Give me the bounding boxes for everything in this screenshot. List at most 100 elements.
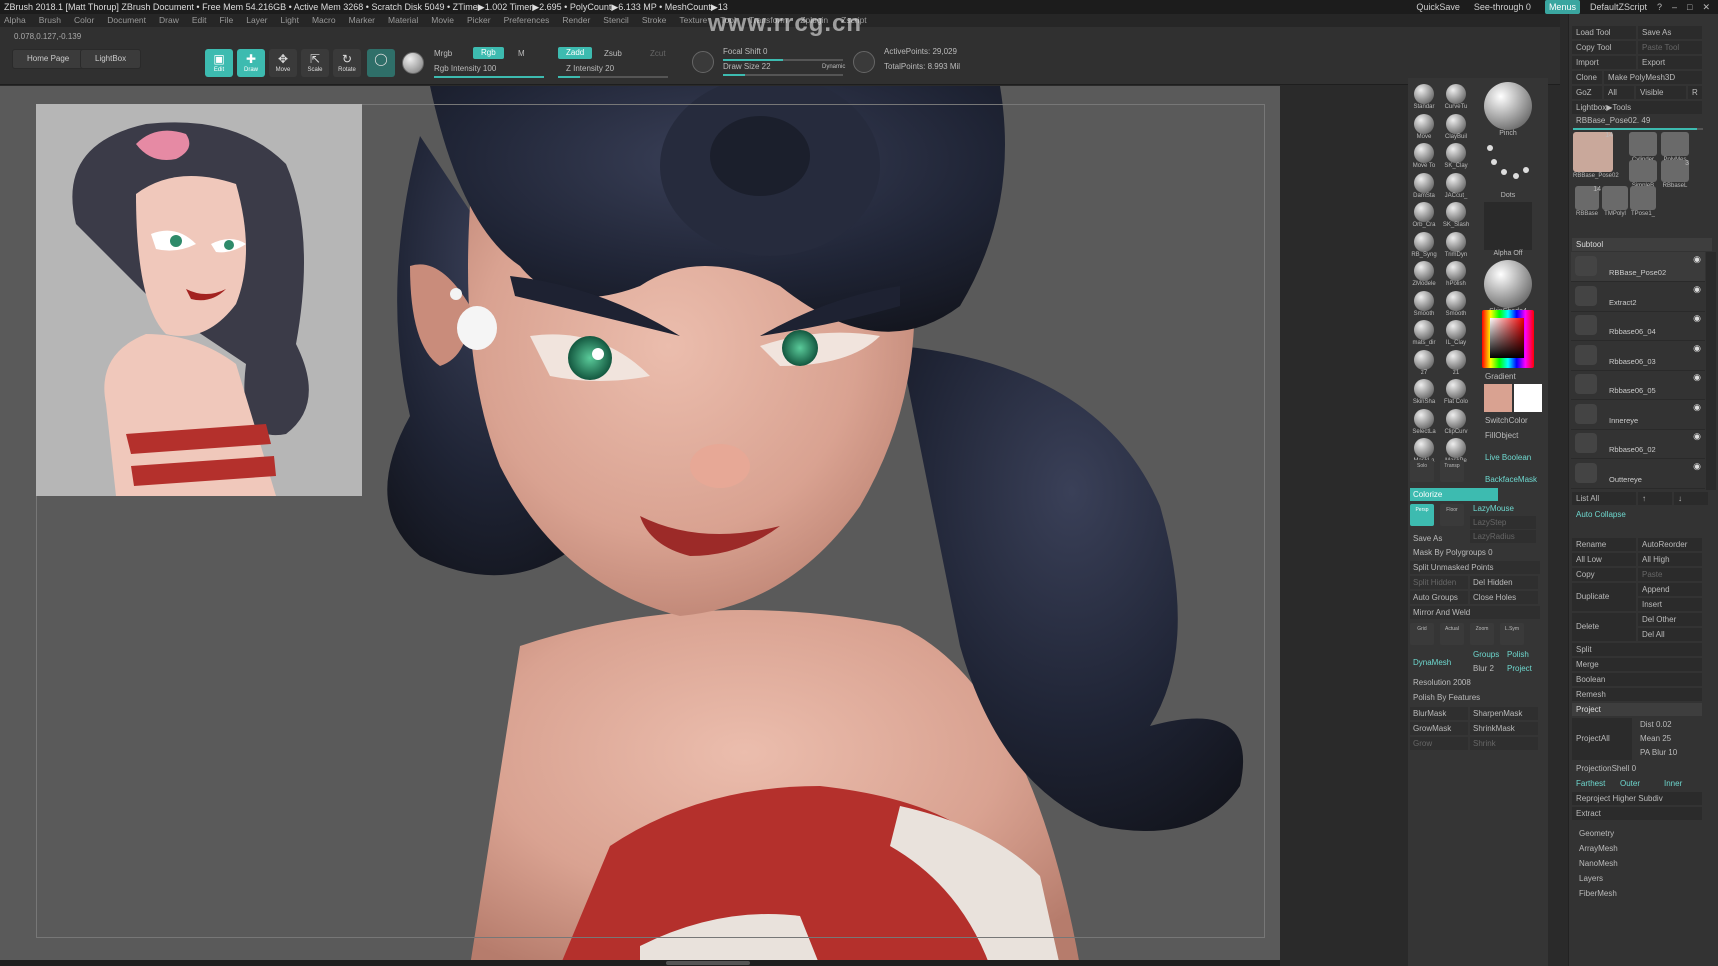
tool-thumb-4[interactable]: RBbaseL 3 xyxy=(1661,160,1689,189)
zoom-button[interactable]: Zoom xyxy=(1470,623,1494,645)
rgb-toggle[interactable]: Rgb xyxy=(473,47,504,59)
mrgb-toggle[interactable]: Mrgb xyxy=(434,49,452,58)
material-swatch-button[interactable]: ◯ xyxy=(367,49,395,77)
actual-button[interactable]: Actual xyxy=(1440,623,1464,645)
focal-shift-icon[interactable] xyxy=(692,51,714,73)
eye-icon[interactable]: ◉ xyxy=(1693,254,1701,265)
brush-hpolish[interactable]: hPolish xyxy=(1442,261,1470,291)
zadd-toggle[interactable]: Zadd xyxy=(558,47,593,59)
groups-toggle[interactable]: Groups xyxy=(1470,648,1504,661)
export-button[interactable]: Export xyxy=(1638,56,1702,69)
subtool-row[interactable]: Innereye ◉ xyxy=(1571,400,1705,430)
brush-rbsyng[interactable]: RB_Syng xyxy=(1410,231,1438,262)
colorize-toggle[interactable]: Colorize xyxy=(1410,488,1498,501)
minimize-icon[interactable]: – xyxy=(1672,0,1677,14)
rotate-button[interactable]: ↻ Rotate xyxy=(333,49,361,77)
secondary-color-swatch[interactable] xyxy=(1514,384,1542,412)
shrink-mask-button[interactable]: ShrinkMask xyxy=(1470,722,1538,735)
menu-draw[interactable]: Draw xyxy=(159,15,179,25)
brush-selectlasso[interactable]: SelectLa xyxy=(1410,408,1438,439)
goz-all-button[interactable]: All xyxy=(1604,86,1634,99)
menu-render[interactable]: Render xyxy=(562,15,590,25)
geometry-menu[interactable]: Geometry xyxy=(1575,827,1705,840)
edit-button[interactable]: ▣ Edit xyxy=(205,49,233,77)
brush-claybuild[interactable]: ClayBuil xyxy=(1442,113,1470,144)
z-intensity-slider[interactable] xyxy=(558,76,668,78)
current-tool-track[interactable] xyxy=(1573,128,1703,130)
paste-subtool-button[interactable]: Paste xyxy=(1638,568,1702,581)
menu-preferences[interactable]: Preferences xyxy=(504,15,550,25)
brush-flatcolor[interactable]: Flat Colo xyxy=(1442,379,1470,409)
menu-document[interactable]: Document xyxy=(107,15,146,25)
eye-icon[interactable]: ◉ xyxy=(1693,284,1701,295)
brush-movetop[interactable]: Move To xyxy=(1410,143,1438,173)
all-low-button[interactable]: All Low xyxy=(1572,553,1636,566)
lazymouse-toggle[interactable]: LazyMouse xyxy=(1470,502,1536,515)
grow-button[interactable]: Grow xyxy=(1410,737,1468,750)
home-page-button[interactable]: Home Page xyxy=(12,49,85,69)
split-menu[interactable]: Split xyxy=(1572,643,1702,656)
copy-tool-button[interactable]: Copy Tool xyxy=(1572,41,1636,54)
inner-toggle[interactable]: Inner xyxy=(1660,777,1702,790)
persp-button[interactable]: Persp xyxy=(1410,504,1434,526)
blur-slider[interactable]: Blur 2 xyxy=(1470,662,1504,675)
tool-thumb-6[interactable]: TMPolyl xyxy=(1601,186,1629,217)
brush-z7[interactable]: z7 xyxy=(1410,349,1438,380)
rename-button[interactable]: Rename xyxy=(1572,538,1636,551)
menu-layer[interactable]: Layer xyxy=(246,15,267,25)
polish-toggle[interactable]: Polish xyxy=(1504,648,1538,661)
projection-shell-slider[interactable]: ProjectionShell 0 xyxy=(1572,762,1702,775)
blur-mask-button[interactable]: BlurMask xyxy=(1410,707,1468,720)
list-all-button[interactable]: List All xyxy=(1572,492,1636,505)
eye-icon[interactable]: ◉ xyxy=(1693,372,1701,383)
menu-brush[interactable]: Brush xyxy=(39,15,61,25)
lightbox-button[interactable]: LightBox xyxy=(80,49,142,69)
zsub-toggle[interactable]: Zsub xyxy=(604,49,622,58)
transp-button[interactable]: Transp xyxy=(1440,460,1464,482)
move-button[interactable]: ✥ Move xyxy=(269,49,297,77)
del-all-button[interactable]: Del All xyxy=(1638,628,1702,641)
subtool-row[interactable]: Rbbase06_05 ◉ xyxy=(1571,370,1705,400)
focal-shift-slider[interactable] xyxy=(723,59,843,61)
close-icon[interactable]: ✕ xyxy=(1702,0,1710,14)
sharpen-mask-button[interactable]: SharpenMask xyxy=(1470,707,1538,720)
arraymesh-menu[interactable]: ArrayMesh xyxy=(1575,842,1705,855)
pa-blur-slider[interactable]: PA Blur 10 xyxy=(1636,746,1702,759)
duplicate-button[interactable]: Duplicate xyxy=(1572,583,1636,611)
eye-icon[interactable]: ◉ xyxy=(1693,313,1701,324)
brush-ilclay[interactable]: IL_Clay xyxy=(1442,320,1470,350)
rgb-intensity-slider[interactable] xyxy=(434,76,544,78)
lazystep-slider[interactable]: LazyStep xyxy=(1470,516,1536,529)
project-header[interactable]: Project xyxy=(1572,703,1702,716)
menu-alpha[interactable]: Alpha xyxy=(4,15,26,25)
all-high-button[interactable]: All High xyxy=(1638,553,1702,566)
brush-standard[interactable]: Standar xyxy=(1410,84,1438,114)
m-toggle[interactable]: M xyxy=(518,49,525,58)
menu-macro[interactable]: Macro xyxy=(312,15,336,25)
brush-smooth2[interactable]: Smooth xyxy=(1442,290,1470,321)
delete-button[interactable]: Delete xyxy=(1572,613,1636,641)
maximize-icon[interactable]: □ xyxy=(1687,0,1692,14)
reproject-higher-subdiv-button[interactable]: Reproject Higher Subdiv xyxy=(1572,792,1702,805)
tool-thumb-7[interactable]: TPose1_ xyxy=(1629,186,1657,217)
brush-skclay[interactable]: SK_Clay xyxy=(1442,143,1470,173)
shrink-button[interactable]: Shrink xyxy=(1470,737,1538,750)
brush-skslash[interactable]: SK_Slash xyxy=(1442,202,1470,232)
subtool-header[interactable]: Subtool xyxy=(1572,238,1712,251)
subtool-row[interactable]: RBBase_Pose02 ◉ xyxy=(1571,252,1705,282)
lazyradius-slider[interactable]: LazyRadius xyxy=(1470,530,1536,543)
auto-reorder-button[interactable]: AutoReorder xyxy=(1638,538,1702,551)
brush-clipcurve[interactable]: ClipCurv xyxy=(1442,408,1470,439)
subtool-row[interactable]: Extract2 ◉ xyxy=(1571,282,1705,312)
draw-button[interactable]: ✚ Draw xyxy=(237,49,265,77)
make-polymesh-button[interactable]: Make PolyMesh3D xyxy=(1604,71,1702,84)
auto-collapse-button[interactable]: Auto Collapse xyxy=(1572,508,1636,521)
canvas-viewport[interactable] xyxy=(0,86,1280,966)
zcut-toggle[interactable]: Zcut xyxy=(650,49,666,58)
help-icon[interactable]: ? xyxy=(1657,0,1662,14)
load-tool-button[interactable]: Load Tool xyxy=(1572,26,1636,39)
resolution-slider[interactable]: Resolution 2008 xyxy=(1410,676,1538,689)
lsym-button[interactable]: L.Sym xyxy=(1500,623,1524,645)
tool-thumb-5[interactable]: RBBase 14 xyxy=(1573,186,1601,217)
del-other-button[interactable]: Del Other xyxy=(1638,613,1702,626)
